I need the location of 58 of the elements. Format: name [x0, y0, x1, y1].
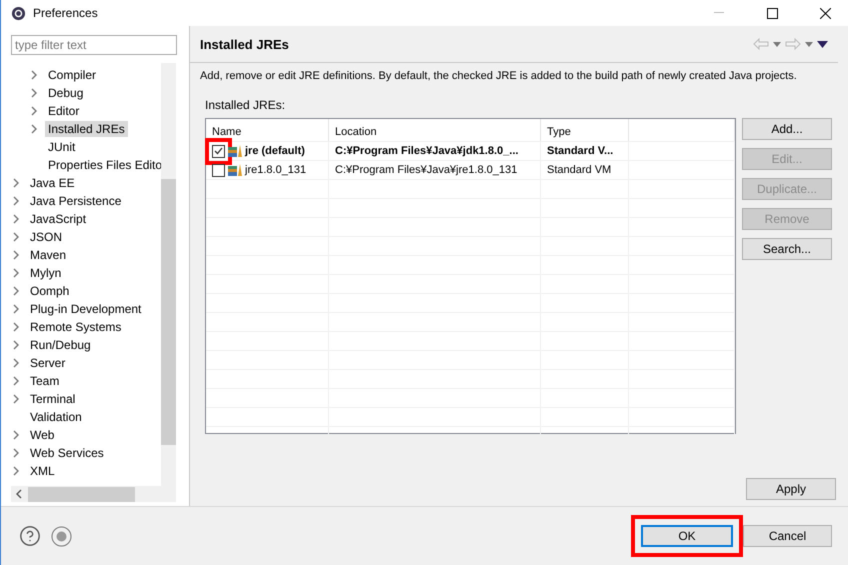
- jre-name: jre1.8.0_131: [245, 164, 306, 176]
- column-header[interactable]: Location: [329, 119, 541, 141]
- jre-name: jre (default): [245, 145, 305, 157]
- vertical-scrollbar[interactable]: [161, 63, 176, 486]
- window-title: Preferences: [33, 6, 99, 20]
- tree-item[interactable]: JSON: [27, 229, 66, 245]
- checkbox[interactable]: [212, 144, 225, 158]
- minimize-icon: [714, 12, 724, 14]
- tree-item[interactable]: Editor: [45, 103, 82, 119]
- dropdown-icon[interactable]: [773, 42, 781, 46]
- table-cell: C:¥Program Files¥Java¥jre1.8.0_131: [329, 161, 541, 179]
- page-description: Add, remove or edit JRE definitions. By default, the checked JRE is added to the build path of newly created Java projects.: [200, 70, 798, 82]
- tree-item[interactable]: Web Services: [27, 445, 107, 461]
- table-label: Installed JREs:: [205, 98, 286, 112]
- check-icon: [214, 147, 223, 155]
- library-icon: [228, 144, 242, 158]
- filter-field[interactable]: type filter text: [11, 35, 177, 55]
- tree-item[interactable]: Debug: [45, 85, 86, 101]
- side-button[interactable]: Add...: [742, 118, 832, 140]
- tree-item[interactable]: Remote Systems: [27, 319, 124, 335]
- maximize-icon: [766, 8, 778, 18]
- tree-item[interactable]: JavaScript: [27, 211, 90, 227]
- tree-item[interactable]: Run/Debug: [27, 337, 94, 353]
- menu-icon[interactable]: [817, 40, 828, 48]
- tree-item[interactable]: Maven: [27, 247, 70, 263]
- tree-item[interactable]: Plug-in Development: [27, 301, 144, 317]
- tree-item[interactable]: XML: [27, 463, 58, 479]
- checkbox[interactable]: [212, 164, 225, 176]
- tree-item[interactable]: Server: [27, 355, 68, 371]
- tree-item[interactable]: Terminal: [27, 391, 78, 407]
- close-icon: [820, 8, 830, 18]
- chevron-icon[interactable]: [15, 489, 22, 499]
- tree-item[interactable]: Java EE: [27, 175, 78, 191]
- column-header[interactable]: Name: [206, 119, 329, 141]
- tree-item[interactable]: Mylyn: [27, 265, 64, 281]
- table-cell: Standard VM: [541, 161, 629, 179]
- dropdown-icon[interactable]: [805, 42, 813, 46]
- tree-item[interactable]: Web: [27, 427, 58, 443]
- tree-item[interactable]: Compiler: [45, 67, 100, 83]
- help-icon[interactable]: [19, 525, 41, 547]
- column-header[interactable]: Type: [541, 119, 629, 141]
- tree-item[interactable]: Java Persistence: [27, 193, 124, 209]
- apply-button[interactable]: Apply: [746, 478, 836, 500]
- horizontal-scrollbar[interactable]: [11, 486, 176, 502]
- tree-item[interactable]: Oomph: [27, 283, 72, 299]
- dialog-button[interactable]: Cancel: [743, 525, 832, 547]
- side-button[interactable]: Search...: [742, 238, 832, 260]
- record-icon[interactable]: [51, 526, 72, 546]
- table-cell: Standard V...: [541, 142, 629, 160]
- tree-item[interactable]: Validation: [27, 409, 85, 425]
- dialog-button[interactable]: OK: [641, 525, 733, 547]
- tree-item[interactable]: Team: [27, 373, 62, 389]
- library-icon: [228, 164, 242, 176]
- page-title: Installed JREs: [200, 36, 290, 52]
- tree-item[interactable]: Installed JREs: [45, 121, 128, 137]
- tree-item[interactable]: JUnit: [45, 139, 78, 155]
- table-cell: C:¥Program Files¥Java¥jdk1.8.0_...: [329, 142, 541, 160]
- app-icon: [11, 6, 26, 20]
